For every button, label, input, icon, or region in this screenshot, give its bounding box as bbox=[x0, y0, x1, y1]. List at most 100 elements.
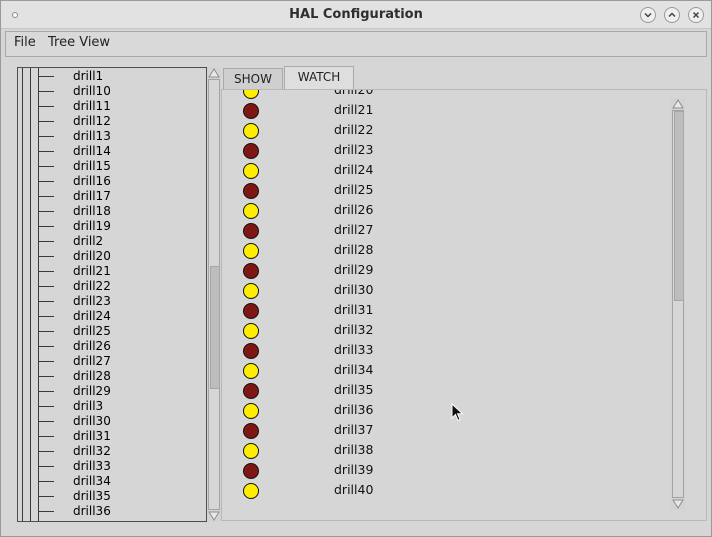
watch-led-indicator bbox=[243, 483, 259, 499]
tab-watch[interactable]: WATCH bbox=[284, 66, 354, 90]
tree-item[interactable]: drill26 bbox=[18, 339, 206, 354]
tree-item[interactable]: drill18 bbox=[18, 204, 206, 219]
watch-led-indicator bbox=[243, 203, 259, 219]
watch-led-indicator bbox=[243, 103, 259, 119]
tree-item[interactable]: drill31 bbox=[18, 429, 206, 444]
watch-scroll-thumb[interactable] bbox=[674, 111, 684, 301]
tree-item[interactable]: drill3 bbox=[18, 399, 206, 414]
tree-connector bbox=[39, 316, 54, 317]
tree-item[interactable]: drill30 bbox=[18, 414, 206, 429]
watch-led-indicator bbox=[243, 423, 259, 439]
tree-item[interactable]: drill2 bbox=[18, 234, 206, 249]
watch-item-label: drill32 bbox=[334, 322, 374, 337]
tree-item-label: drill36 bbox=[73, 504, 111, 518]
tree-item-label: drill1 bbox=[73, 69, 104, 83]
tree-connector bbox=[39, 436, 54, 437]
tree-scrollbar[interactable] bbox=[207, 67, 221, 522]
watch-item-label: drill23 bbox=[334, 142, 374, 157]
tree-item[interactable]: drill25 bbox=[18, 324, 206, 339]
title-bar[interactable]: HAL Configuration bbox=[1, 1, 711, 29]
tree-item[interactable]: drill27 bbox=[18, 354, 206, 369]
watch-item-label: drill21 bbox=[334, 102, 374, 117]
tree-item[interactable]: drill22 bbox=[18, 279, 206, 294]
tree-item[interactable]: drill33 bbox=[18, 459, 206, 474]
scroll-down-arrow-icon[interactable] bbox=[207, 510, 221, 522]
menu-file[interactable]: File bbox=[14, 35, 36, 50]
tree-item-label: drill14 bbox=[73, 144, 111, 158]
tree-connector bbox=[39, 181, 54, 182]
maximize-button[interactable] bbox=[664, 7, 680, 23]
tree-item[interactable]: drill12 bbox=[18, 114, 206, 129]
scroll-down-arrow-icon[interactable] bbox=[671, 498, 685, 510]
tree-item-label: drill19 bbox=[73, 219, 111, 233]
watch-led-indicator bbox=[243, 263, 259, 279]
tree-item[interactable]: drill14 bbox=[18, 144, 206, 159]
scroll-up-arrow-icon[interactable] bbox=[207, 67, 221, 79]
tree-item[interactable]: drill17 bbox=[18, 189, 206, 204]
tree-scroll-thumb[interactable] bbox=[210, 266, 220, 389]
tree-connector bbox=[39, 226, 54, 227]
hal-configuration-window: HAL Configuration File Tree View drill1 d… bbox=[0, 0, 712, 537]
tree-item-label: drill34 bbox=[73, 474, 111, 488]
watch-led-indicator bbox=[243, 90, 259, 99]
tree-connector bbox=[39, 76, 54, 77]
tree-item-label: drill23 bbox=[73, 294, 111, 308]
tree-item[interactable]: drill34 bbox=[18, 474, 206, 489]
watch-led-indicator bbox=[243, 243, 259, 259]
tree-item[interactable]: drill13 bbox=[18, 129, 206, 144]
tree-item[interactable]: drill20 bbox=[18, 249, 206, 264]
tree-item[interactable]: drill29 bbox=[18, 384, 206, 399]
tree-item-label: drill12 bbox=[73, 114, 111, 128]
tree-item-label: drill31 bbox=[73, 429, 111, 443]
tree-connector bbox=[39, 151, 54, 152]
tree-item[interactable]: drill21 bbox=[18, 264, 206, 279]
watch-item-label: drill33 bbox=[334, 342, 374, 357]
watch-item-label: drill31 bbox=[334, 302, 374, 317]
tree-item[interactable]: drill1 bbox=[18, 69, 206, 84]
tree-item-label: drill26 bbox=[73, 339, 111, 353]
tree-item[interactable]: drill23 bbox=[18, 294, 206, 309]
pin-tree[interactable]: drill1 drill10 drill11 drill12 drill13 drill1… bbox=[17, 67, 207, 522]
tree-item-label: drill22 bbox=[73, 279, 111, 293]
tree-item-label: drill10 bbox=[73, 84, 111, 98]
tree-item-label: drill18 bbox=[73, 204, 111, 218]
watch-led-indicator bbox=[243, 383, 259, 399]
tree-item-label: drill15 bbox=[73, 159, 111, 173]
tree-item-label: drill16 bbox=[73, 174, 111, 188]
tree-item[interactable]: drill19 bbox=[18, 219, 206, 234]
tree-item-label: drill29 bbox=[73, 384, 111, 398]
scroll-up-arrow-icon[interactable] bbox=[671, 98, 685, 110]
menu-tree-view[interactable]: Tree View bbox=[48, 35, 110, 50]
tree-connector bbox=[39, 496, 54, 497]
close-button[interactable] bbox=[688, 7, 704, 23]
minimize-button[interactable] bbox=[640, 7, 656, 23]
watch-led-indicator bbox=[243, 223, 259, 239]
tree-item[interactable]: drill10 bbox=[18, 84, 206, 99]
chevron-up-icon bbox=[668, 12, 676, 18]
tree-item-label: drill3 bbox=[73, 399, 104, 413]
tree-item-label: drill21 bbox=[73, 264, 111, 278]
watch-item-label: drill27 bbox=[334, 222, 374, 237]
tree-item[interactable]: drill36 bbox=[18, 504, 206, 519]
mouse-pointer-icon bbox=[451, 403, 464, 422]
tree-item[interactable]: drill16 bbox=[18, 174, 206, 189]
watch-scrollbar[interactable] bbox=[671, 98, 685, 510]
menu-bar: File Tree View bbox=[5, 31, 707, 57]
tree-connector bbox=[39, 376, 54, 377]
tree-item[interactable]: drill11 bbox=[18, 99, 206, 114]
watch-led-indicator bbox=[243, 163, 259, 179]
tree-item[interactable]: drill28 bbox=[18, 369, 206, 384]
tree-item[interactable]: drill35 bbox=[18, 489, 206, 504]
tree-connector bbox=[39, 481, 54, 482]
tree-scroll-track[interactable] bbox=[208, 79, 220, 510]
tree-item-label: drill32 bbox=[73, 444, 111, 458]
tree-item[interactable]: drill32 bbox=[18, 444, 206, 459]
close-icon bbox=[692, 11, 700, 19]
watch-panel: drill20 drill21 drill22 drill23 drill24 drill… bbox=[221, 89, 707, 521]
tree-item[interactable]: drill24 bbox=[18, 309, 206, 324]
watch-scroll-track[interactable] bbox=[672, 110, 684, 498]
watch-item-label: drill20 bbox=[334, 89, 374, 97]
tree-connector bbox=[39, 121, 54, 122]
tree-item[interactable]: drill15 bbox=[18, 159, 206, 174]
tab-show[interactable]: SHOW bbox=[223, 68, 283, 90]
